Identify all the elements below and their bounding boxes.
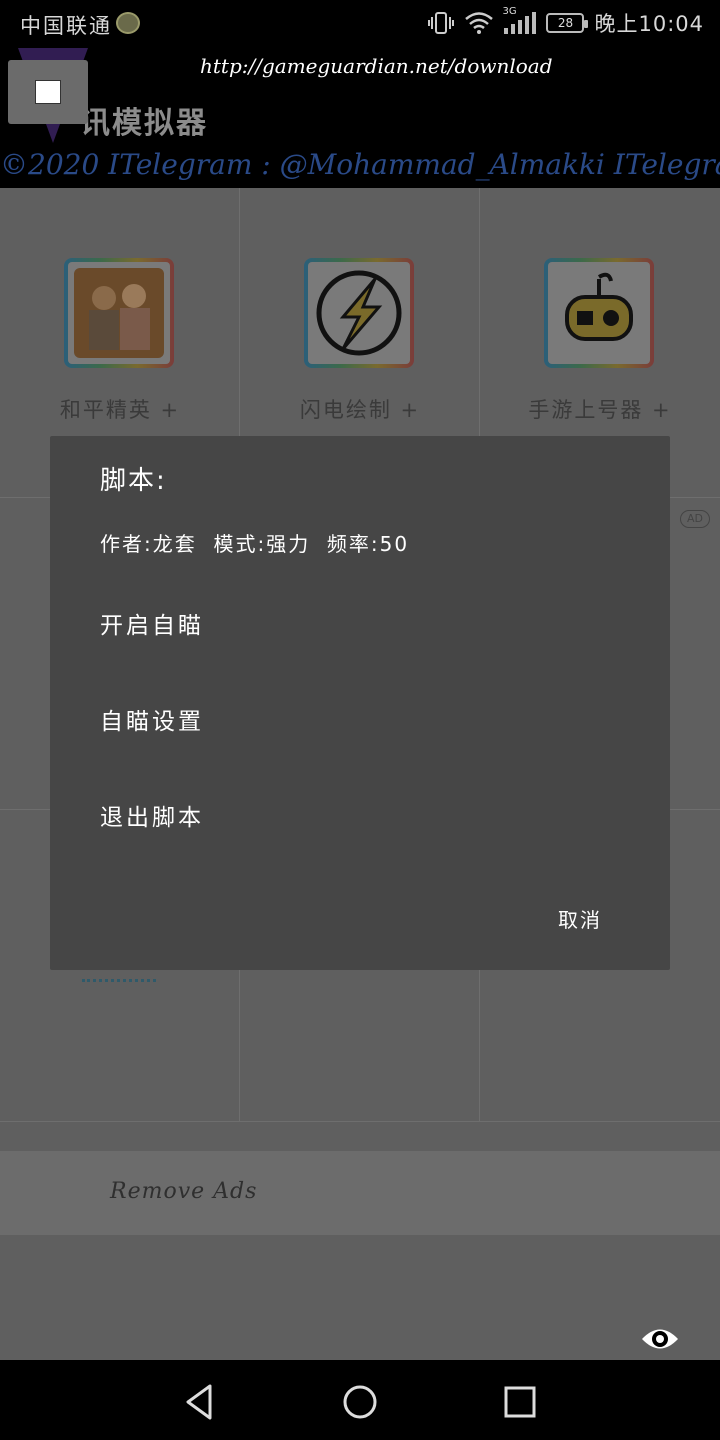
back-icon[interactable] [180, 1382, 220, 1422]
app-tile-peace-elite[interactable] [64, 258, 174, 368]
script-dialog: 脚本: 作者:龙套 模式:强力 频率:50 开启自瞄 自瞄设置 退出脚本 取消 [50, 436, 670, 970]
menu-item-exit-script[interactable]: 退出脚本 [100, 798, 204, 832]
dialog-info: 作者:龙套 模式:强力 频率:50 [100, 532, 410, 556]
menu-item-aim-settings[interactable]: 自瞄设置 [100, 702, 204, 736]
carrier-app-icon [116, 12, 140, 34]
game-soldiers-icon [68, 262, 170, 364]
remove-ads-bar[interactable]: Remove Ads [0, 1151, 720, 1235]
eye-icon[interactable] [640, 1324, 680, 1354]
status-bar: 中国联通 3G 28 晚上10:04 [0, 0, 720, 48]
signal-icon: 3G [502, 6, 537, 34]
wifi-icon [465, 12, 494, 34]
app-label: 手游上号器 + [528, 398, 672, 422]
dialog-title: 脚本: [100, 466, 167, 496]
menu-item-enable-aim[interactable]: 开启自瞄 [100, 606, 204, 640]
stop-icon [35, 80, 61, 104]
status-right: 3G 28 晚上10:04 [428, 6, 704, 38]
ad-badge: AD [680, 510, 710, 528]
vibrate-icon [428, 12, 455, 34]
battery-level: 28 [557, 16, 574, 30]
lightning-bolt-icon [308, 262, 410, 364]
carrier-name: 中国联通 [20, 14, 112, 38]
network-type: 3G [502, 6, 517, 17]
download-url[interactable]: http://gameguardian.net/download [200, 54, 553, 78]
gamepad-robot-icon [548, 262, 650, 364]
cancel-button[interactable]: 取消 [558, 904, 602, 933]
app-header: 讯模拟器 http://gameguardian.net/download ©2… [0, 48, 720, 188]
clock: 晚上10:04 [594, 12, 704, 36]
recents-icon[interactable] [500, 1382, 540, 1422]
app-label: 和平精英 + [59, 398, 181, 422]
floating-stop-button[interactable] [8, 60, 88, 124]
app-tile-lightning[interactable] [304, 258, 414, 368]
loading-dots [82, 972, 156, 982]
app-title: 讯模拟器 [80, 106, 208, 141]
home-icon[interactable] [340, 1382, 380, 1422]
marquee-text: ©2020 ITelegram : @Mohammad_Almakki ITel… [0, 148, 720, 181]
remove-ads-link[interactable]: Remove Ads [110, 1179, 257, 1204]
battery-icon: 28 [546, 13, 589, 33]
app-tile-game-login[interactable] [544, 258, 654, 368]
app-label: 闪电绘制 + [299, 398, 421, 422]
navigation-bar [0, 1360, 720, 1440]
